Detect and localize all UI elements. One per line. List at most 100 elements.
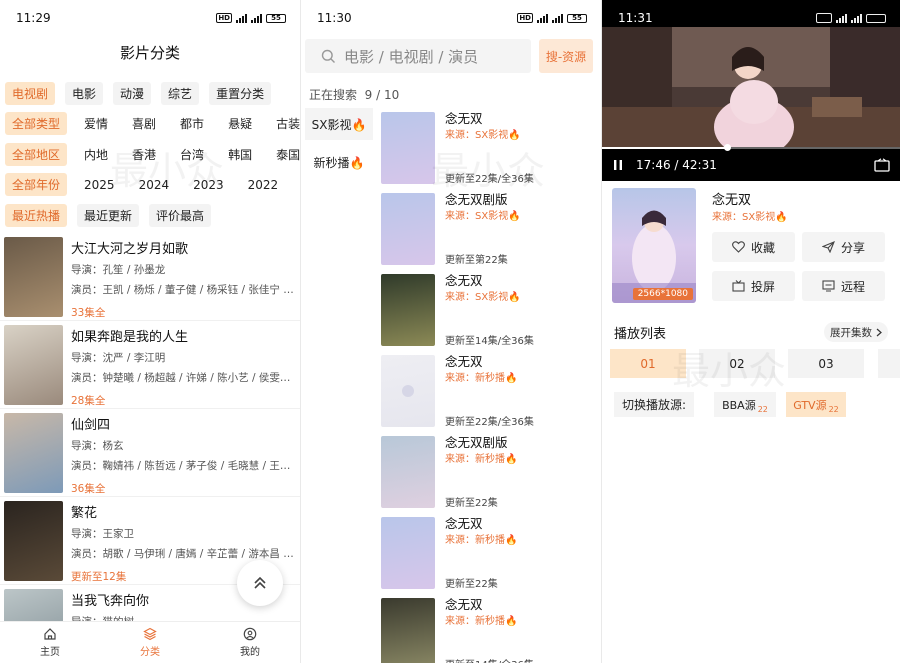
filter-tag[interactable]: 电影 xyxy=(65,81,104,105)
search-bar: 电影 / 电视剧 / 演员 搜-资源 xyxy=(301,36,601,76)
filter-row: 全部地区 内地 香港 台湾 韩国 泰国 xyxy=(0,139,300,170)
filter-tag[interactable]: 最近更新 xyxy=(77,203,140,227)
favorite-button[interactable]: 收藏 xyxy=(712,232,795,262)
filter-tag[interactable]: 古装 xyxy=(269,112,300,135)
movie-info: 大江大河之岁月如歌 导演：孔笙 / 孙墨龙 演员：王凯 / 杨烁 / 董子健 / 杨… xyxy=(63,237,296,320)
result-title: 念无双剧版 xyxy=(445,192,508,207)
cast-button[interactable]: 投屏 xyxy=(712,271,795,301)
search-source-button[interactable]: 搜-资源 xyxy=(539,39,593,73)
filter-tag[interactable]: 2025 xyxy=(77,175,122,195)
source-bba[interactable]: BBA源 22 xyxy=(714,392,776,417)
filter-tag[interactable]: 都市 xyxy=(173,112,211,135)
placeholder-icon xyxy=(402,385,414,397)
episode-02[interactable]: 02 xyxy=(699,349,775,378)
search-input[interactable]: 电影 / 电视剧 / 演员 xyxy=(305,39,531,73)
filter-tag[interactable]: 内地 xyxy=(77,143,115,166)
filter-tag[interactable]: 香港 xyxy=(125,143,163,166)
remote-button[interactable]: 远程 xyxy=(802,271,885,301)
result-source: 来源：SX影视🔥 xyxy=(445,130,521,141)
monitor-icon xyxy=(822,280,835,292)
filter-tag[interactable]: 2022 xyxy=(241,175,286,195)
result-card[interactable]: 念无双来源：新秒播🔥 更新至14集/全36集 xyxy=(381,594,593,663)
result-episode-status: 更新至22集 xyxy=(445,498,498,509)
filter-tag[interactable]: 2024 xyxy=(132,175,177,195)
pause-icon[interactable] xyxy=(612,159,624,171)
movie-director: 导演：沈严 / 李江明 xyxy=(71,351,166,364)
filter-tag[interactable]: 台湾 xyxy=(173,143,211,166)
filter-tag[interactable]: 爱情 xyxy=(77,112,115,135)
filter-tag[interactable]: 电视剧 xyxy=(5,81,56,105)
episode-next[interactable] xyxy=(878,349,900,378)
video-frame xyxy=(602,27,900,149)
result-card[interactable]: 念无双剧版 来源：新秒播🔥 更新至22集 xyxy=(381,432,593,512)
poster-image xyxy=(381,355,435,427)
filter-tag[interactable]: 泰国 xyxy=(269,143,300,166)
result-card[interactable]: 念无双 来源：SX影视🔥 更新至14集/全36集 xyxy=(381,270,593,350)
source-item-xinmiaobo[interactable]: 新秒播🔥 xyxy=(305,146,373,178)
poster-image xyxy=(381,193,435,265)
fullscreen-icon[interactable] xyxy=(874,158,890,172)
result-episode-status: 更新至22集/全36集 xyxy=(445,174,534,185)
video-source: 来源：SX影视🔥 xyxy=(712,212,788,223)
result-title: 念无双 xyxy=(445,354,483,369)
filter-tag[interactable]: 全部年份 xyxy=(5,173,68,197)
filter-tag[interactable]: 韩国 xyxy=(221,143,259,166)
filter-tag[interactable]: 动漫 xyxy=(113,81,152,105)
result-episode-status: 更新至14集/全36集 xyxy=(445,656,534,663)
filter-tag[interactable]: 最近热播 xyxy=(5,203,68,227)
result-card[interactable]: 念无双剧版 来源：SX影视🔥 更新至第22集 xyxy=(381,189,593,269)
filter-tag[interactable]: 悬疑 xyxy=(221,112,259,135)
tab-category[interactable]: 分类 xyxy=(100,622,200,663)
tv-icon xyxy=(732,280,745,292)
result-episode-status: 更新至14集/全36集 xyxy=(445,336,534,347)
result-title: 念无双剧版 xyxy=(445,435,508,450)
switch-source-label: 切换播放源: xyxy=(614,392,695,417)
category-screen: 11:29 HD 55 影片分类 电视剧 电影 动漫 综艺 重置分类 全部类型 爱情 喜剧 都市悬… xyxy=(0,0,300,663)
movie-title: 繁花 xyxy=(71,505,98,521)
video-player[interactable]: 11:31 HD 55 17:46 / 42:31 xyxy=(602,0,900,181)
progress-knob[interactable] xyxy=(724,144,732,151)
filter-row: 全部年份20252024202320222021 xyxy=(0,170,300,201)
movie-card[interactable]: 如果奔跑是我的人生 导演：沈严 / 李江明 演员：钟楚曦 / 杨超越 / 许娣 / … xyxy=(0,321,300,409)
double-chevron-up-icon xyxy=(254,576,266,589)
result-source: 来源：新秒播🔥 xyxy=(445,616,518,627)
episode-01[interactable]: 01 xyxy=(610,349,686,378)
filter-row: 全部类型 爱情 喜剧 都市 悬疑 古装 xyxy=(0,109,300,140)
filter-tag[interactable]: 喜剧 xyxy=(125,112,163,135)
movie-director: 导演：杨玄 xyxy=(71,439,124,452)
filter-tag[interactable]: 2023 xyxy=(186,175,231,195)
filter-row: 最近热播 最近更新 评价最高 xyxy=(0,200,300,231)
poster-image: 2566*1080 xyxy=(612,188,696,303)
expand-episodes-button[interactable]: 展开集数 xyxy=(824,322,888,342)
tab-mine[interactable]: 我的 xyxy=(200,622,300,663)
poster-image xyxy=(381,112,435,184)
scroll-top-button[interactable] xyxy=(237,560,283,606)
movie-episode-status: 33集全 xyxy=(71,306,106,319)
filter-row: 电视剧 电影 动漫 综艺 重置分类 xyxy=(0,78,300,109)
movie-director: 导演：王家卫 xyxy=(71,527,134,540)
result-title: 念无双 xyxy=(445,111,483,126)
filter-tag[interactable]: 全部地区 xyxy=(5,142,68,166)
send-icon xyxy=(821,241,835,253)
source-item-sx[interactable]: SX影视🔥 xyxy=(305,108,373,140)
status-time: 11:29 xyxy=(16,11,51,25)
result-card[interactable]: 念无双 来源：新秒播🔥 更新至22集/全36集 xyxy=(381,351,593,431)
movie-card[interactable]: 仙剑四 导演：杨玄 演员：鞠婧祎 / 陈哲远 / 茅子俊 / 毛晓慧 / 王媛...… xyxy=(0,409,300,497)
result-card[interactable]: 念无双来源：SX影视🔥 更新至22集/全36集 xyxy=(381,108,593,188)
result-card[interactable]: 念无双 来源：新秒播🔥 更新至22集 xyxy=(381,513,593,593)
filter-tag[interactable]: 重置分类 xyxy=(209,81,272,105)
filter-tag[interactable]: 评价最高 xyxy=(149,203,212,227)
movie-cast: 演员：钟楚曦 / 杨超越 / 许娣 / 陈小艺 / 侯雯元 ... xyxy=(71,371,296,384)
result-episode-status: 更新至第22集 xyxy=(445,255,508,266)
progress-track[interactable] xyxy=(602,147,900,149)
filter-tag[interactable]: 全部类型 xyxy=(5,112,68,136)
episode-03[interactable]: 03 xyxy=(788,349,864,378)
source-gtv[interactable]: GTV源 22 xyxy=(786,392,846,417)
share-button[interactable]: 分享 xyxy=(802,232,885,262)
battery-icon: 55 xyxy=(866,13,886,23)
home-icon xyxy=(44,628,56,640)
filter-tag[interactable]: 综艺 xyxy=(161,81,200,105)
user-icon xyxy=(243,627,257,641)
movie-card[interactable]: 大江大河之岁月如歌 导演：孔笙 / 孙墨龙 演员：王凯 / 杨烁 / 董子健 / 杨… xyxy=(0,233,300,321)
tab-home[interactable]: 主页 xyxy=(0,622,100,663)
